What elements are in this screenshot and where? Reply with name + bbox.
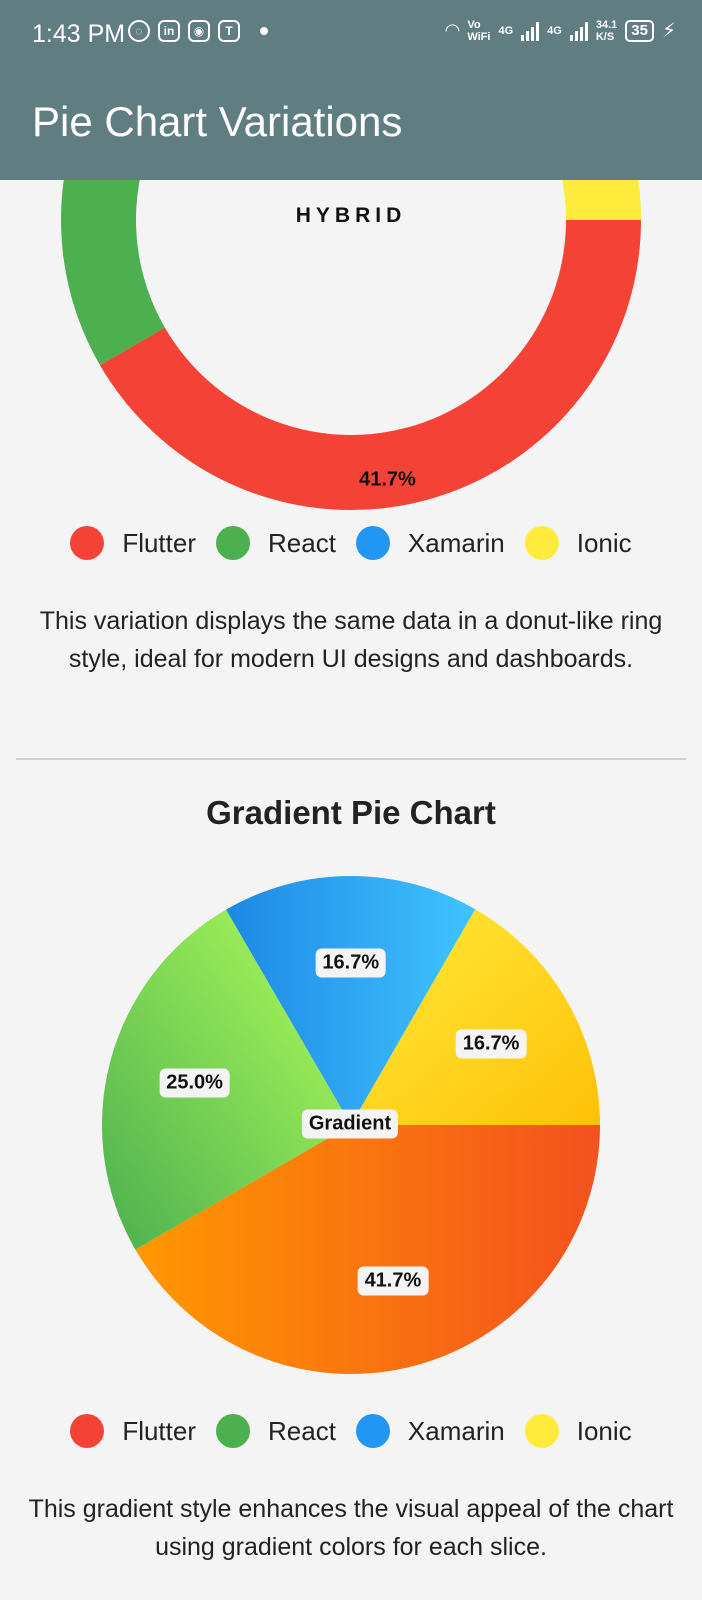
pie-label-flutter: 41.7% <box>357 1266 429 1296</box>
linkedin-icon: in <box>158 20 180 42</box>
legend-item-xamarin: Xamarin <box>355 526 505 560</box>
legend2-item-ionic: Ionic <box>524 1414 632 1448</box>
legend-item-flutter: Flutter <box>70 526 196 560</box>
camera-icon: ◉ <box>188 20 210 42</box>
legend-swatch-xamarin <box>355 526 390 560</box>
donut-center-label: HYBRID <box>295 204 407 227</box>
legend2-label-ionic: Ionic <box>576 1415 632 1446</box>
donut-label-flutter: 41.7% <box>359 468 416 490</box>
legend2-swatch-react <box>216 1414 250 1448</box>
legend2-item-flutter: Flutter <box>70 1414 196 1448</box>
signal-icon-2 <box>569 21 588 41</box>
legend2-label-flutter: Flutter <box>122 1415 196 1446</box>
pie-label-ionic: 16.7% <box>455 1029 527 1059</box>
legend-label-react: React <box>268 527 336 558</box>
network-type-1: 4G <box>498 24 514 37</box>
legend2-swatch-flutter <box>70 1414 105 1448</box>
donut-slice-flutter <box>99 220 642 510</box>
legend-label-flutter: Flutter <box>122 527 196 558</box>
notification-icons: ◌ in ◉ T <box>128 20 268 42</box>
gradient-center-label: Gradient <box>301 1109 399 1139</box>
legend2-item-react: React <box>216 1414 336 1448</box>
whatsapp-icon: ◌ <box>128 20 150 42</box>
legend2-label-react: React <box>268 1415 336 1446</box>
legend2-swatch-ionic <box>524 1414 559 1448</box>
more-notifications-icon <box>260 27 268 35</box>
pie-label-react: 25.0% <box>159 1068 230 1098</box>
gradient-description: This gradient style enhances the visual … <box>28 1495 674 1561</box>
donut-description: This variation displays the same data in… <box>39 607 663 673</box>
speed-value: 34.1 <box>595 18 618 31</box>
network-type-2: 4G <box>547 24 562 37</box>
charging-icon: ⚡ <box>661 20 676 42</box>
legend2-swatch-xamarin <box>355 1414 390 1448</box>
page-title: Pie Chart Variations <box>32 98 403 145</box>
vowifi-bottom-label: WiFi <box>467 30 491 43</box>
network-speed: 34.1 K/S <box>596 19 617 43</box>
battery-icon: 35 <box>625 19 654 42</box>
legend-label-xamarin: Xamarin <box>407 527 505 558</box>
legend-swatch-ionic <box>524 526 559 560</box>
donut-chart-svg: 41.7% <box>61 180 642 510</box>
teams-icon: T <box>218 20 240 42</box>
vowifi-indicator: Vo WiFi <box>467 19 490 43</box>
scroll-content[interactable]: 41.7% HYBRID Flutter React Xamarin Ionic… <box>0 180 702 1600</box>
app-bar: Pie Chart Variations <box>0 76 702 180</box>
speed-unit: K/S <box>595 30 615 43</box>
gradient-section-title: Gradient Pie Chart <box>206 794 496 831</box>
legend-item-react: React <box>216 526 336 560</box>
donut-legend: Flutter React Xamarin Ionic <box>0 526 702 560</box>
legend2-label-xamarin: Xamarin <box>407 1415 505 1446</box>
pie-label-xamarin: 16.7% <box>315 948 387 978</box>
legend-swatch-react <box>216 526 250 560</box>
wifi-icon: ◠ <box>445 20 460 40</box>
legend-label-ionic: Ionic <box>576 527 632 558</box>
signal-icon-1 <box>521 21 540 41</box>
status-time: 1:43 PM <box>32 20 126 48</box>
donut-chart: 41.7% <box>61 180 642 510</box>
legend2-item-xamarin: Xamarin <box>355 1414 505 1448</box>
status-bar: 1:43 PM ◌ in ◉ T ◠ Vo WiFi 4G 4G 34.1 K/… <box>0 0 702 76</box>
legend-item-ionic: Ionic <box>524 526 632 560</box>
section-divider <box>16 758 686 760</box>
system-icons: ◠ Vo WiFi 4G 4G 34.1 K/S 35 ⚡ <box>446 18 677 43</box>
gradient-legend: Flutter React Xamarin Ionic <box>0 1414 702 1448</box>
legend-swatch-flutter <box>70 526 105 560</box>
vowifi-top-label: Vo <box>467 18 481 31</box>
